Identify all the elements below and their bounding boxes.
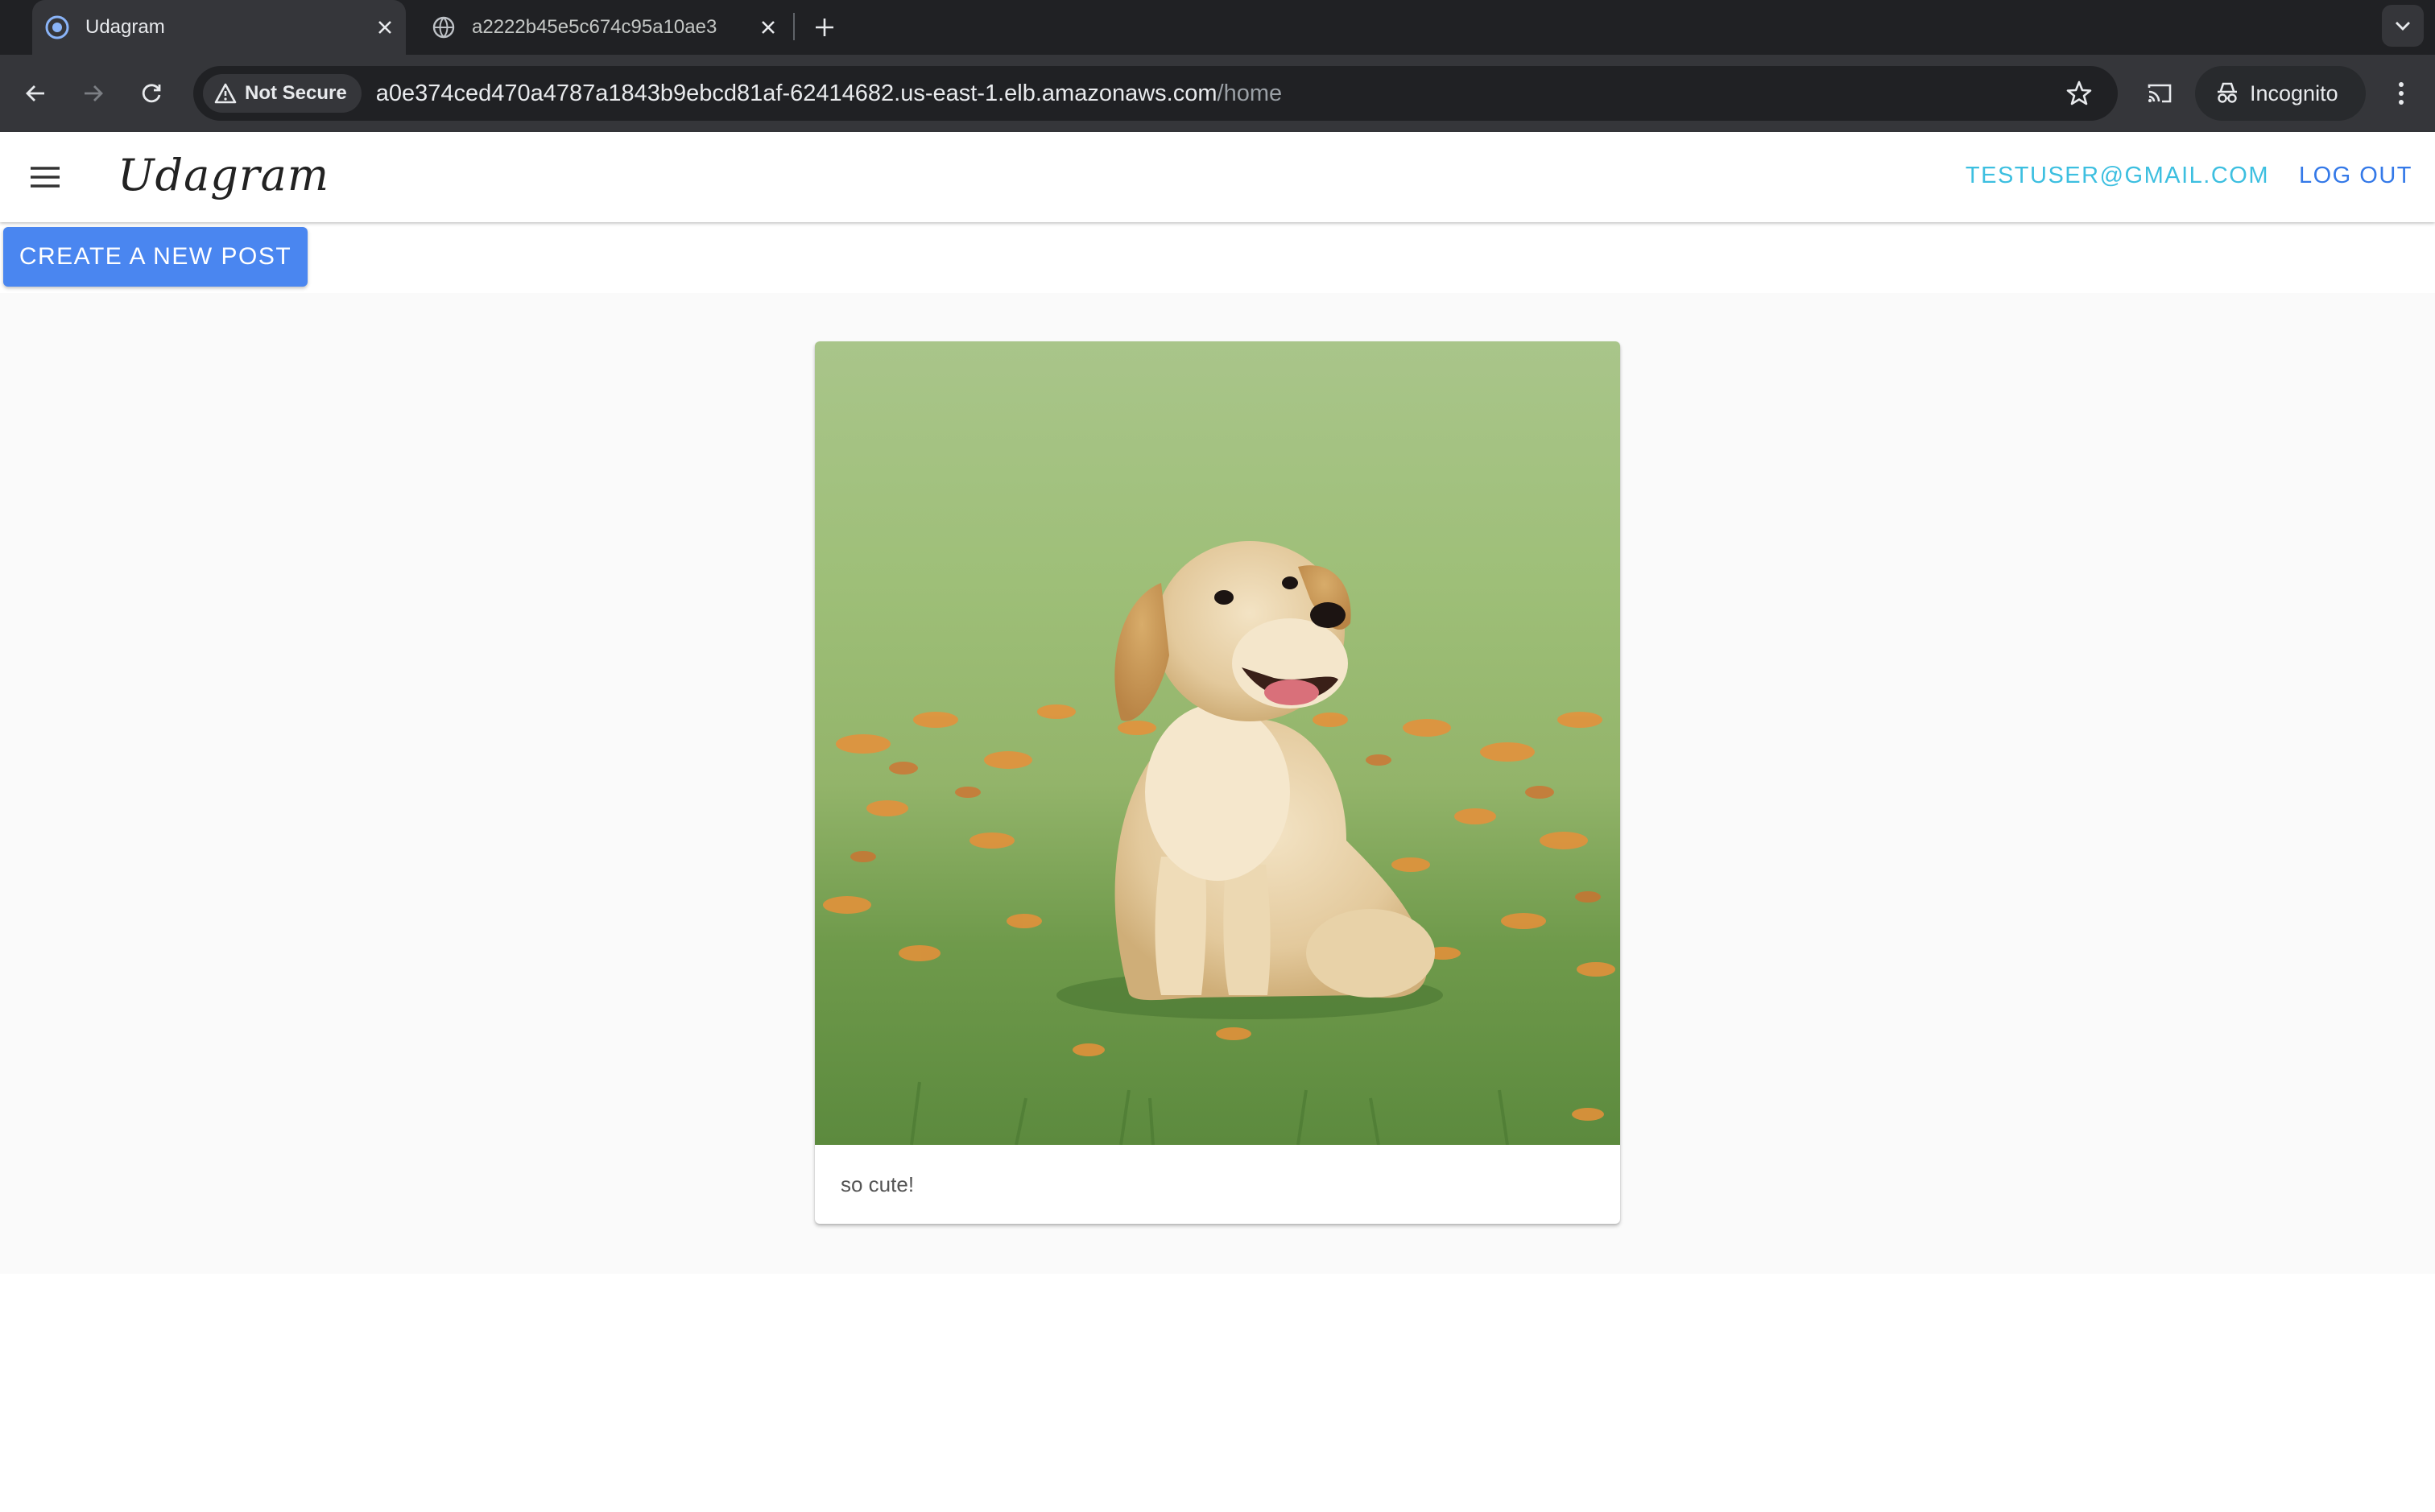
new-tab-icon[interactable]: [805, 8, 844, 47]
url-host: a0e374ced470a4787a1843b9ebcd81af-6241468…: [375, 80, 1218, 106]
security-chip-label: Not Secure: [245, 82, 347, 104]
post-card: so cute!: [815, 341, 1620, 1224]
more-icon[interactable]: [2380, 72, 2422, 114]
close-tab-icon[interactable]: [369, 11, 401, 43]
tab-second[interactable]: a2222b45e5c674c95a10ae3: [419, 0, 789, 55]
tab-udagram[interactable]: Udagram: [32, 0, 406, 55]
app-header: Udagram TESTUSER@GMAIL.COM LOG OUT: [0, 132, 2435, 222]
url-path: /home: [1217, 80, 1283, 106]
chrome-favicon-icon: [45, 15, 69, 39]
tab-separator: [793, 13, 795, 40]
browser-tab-strip: Udagram a2222b45e5c674c95a10ae3: [0, 0, 2435, 55]
star-icon[interactable]: [2061, 76, 2097, 111]
cast-icon[interactable]: [2139, 72, 2181, 114]
incognito-icon: [2218, 82, 2237, 103]
reload-icon[interactable]: [130, 72, 172, 114]
create-post-button[interactable]: CREATE A NEW POST: [3, 227, 308, 287]
logout-button[interactable]: LOG OUT: [2299, 163, 2412, 189]
tab-title: a2222b45e5c674c95a10ae3: [472, 16, 717, 38]
url-text[interactable]: a0e374ced470a4787a1843b9ebcd81af-6241468…: [376, 81, 1282, 107]
action-bar: CREATE A NEW POST: [0, 222, 2435, 293]
brand-logo[interactable]: Udagram: [118, 150, 329, 200]
address-bar[interactable]: Not Secure a0e374ced470a4787a1843b9ebcd8…: [193, 66, 2118, 121]
back-icon[interactable]: [14, 72, 56, 114]
security-chip[interactable]: Not Secure: [203, 74, 362, 113]
post-caption: so cute!: [841, 1172, 915, 1196]
warning-icon: [214, 83, 237, 104]
tab-search-icon[interactable]: [2382, 5, 2424, 47]
incognito-indicator[interactable]: Incognito: [2195, 66, 2366, 121]
close-tab-icon[interactable]: [752, 11, 784, 43]
forward-icon[interactable]: [72, 72, 114, 114]
tab-title: Udagram: [85, 16, 165, 38]
feed: so cute!: [0, 293, 2435, 1274]
post-image[interactable]: [815, 341, 1620, 1145]
incognito-label: Incognito: [2250, 81, 2338, 105]
browser-toolbar: Not Secure a0e374ced470a4787a1843b9ebcd8…: [0, 55, 2435, 132]
user-email-link[interactable]: TESTUSER@GMAIL.COM: [1966, 163, 2269, 189]
hamburger-menu-icon[interactable]: [23, 159, 68, 195]
globe-icon: [432, 16, 455, 39]
